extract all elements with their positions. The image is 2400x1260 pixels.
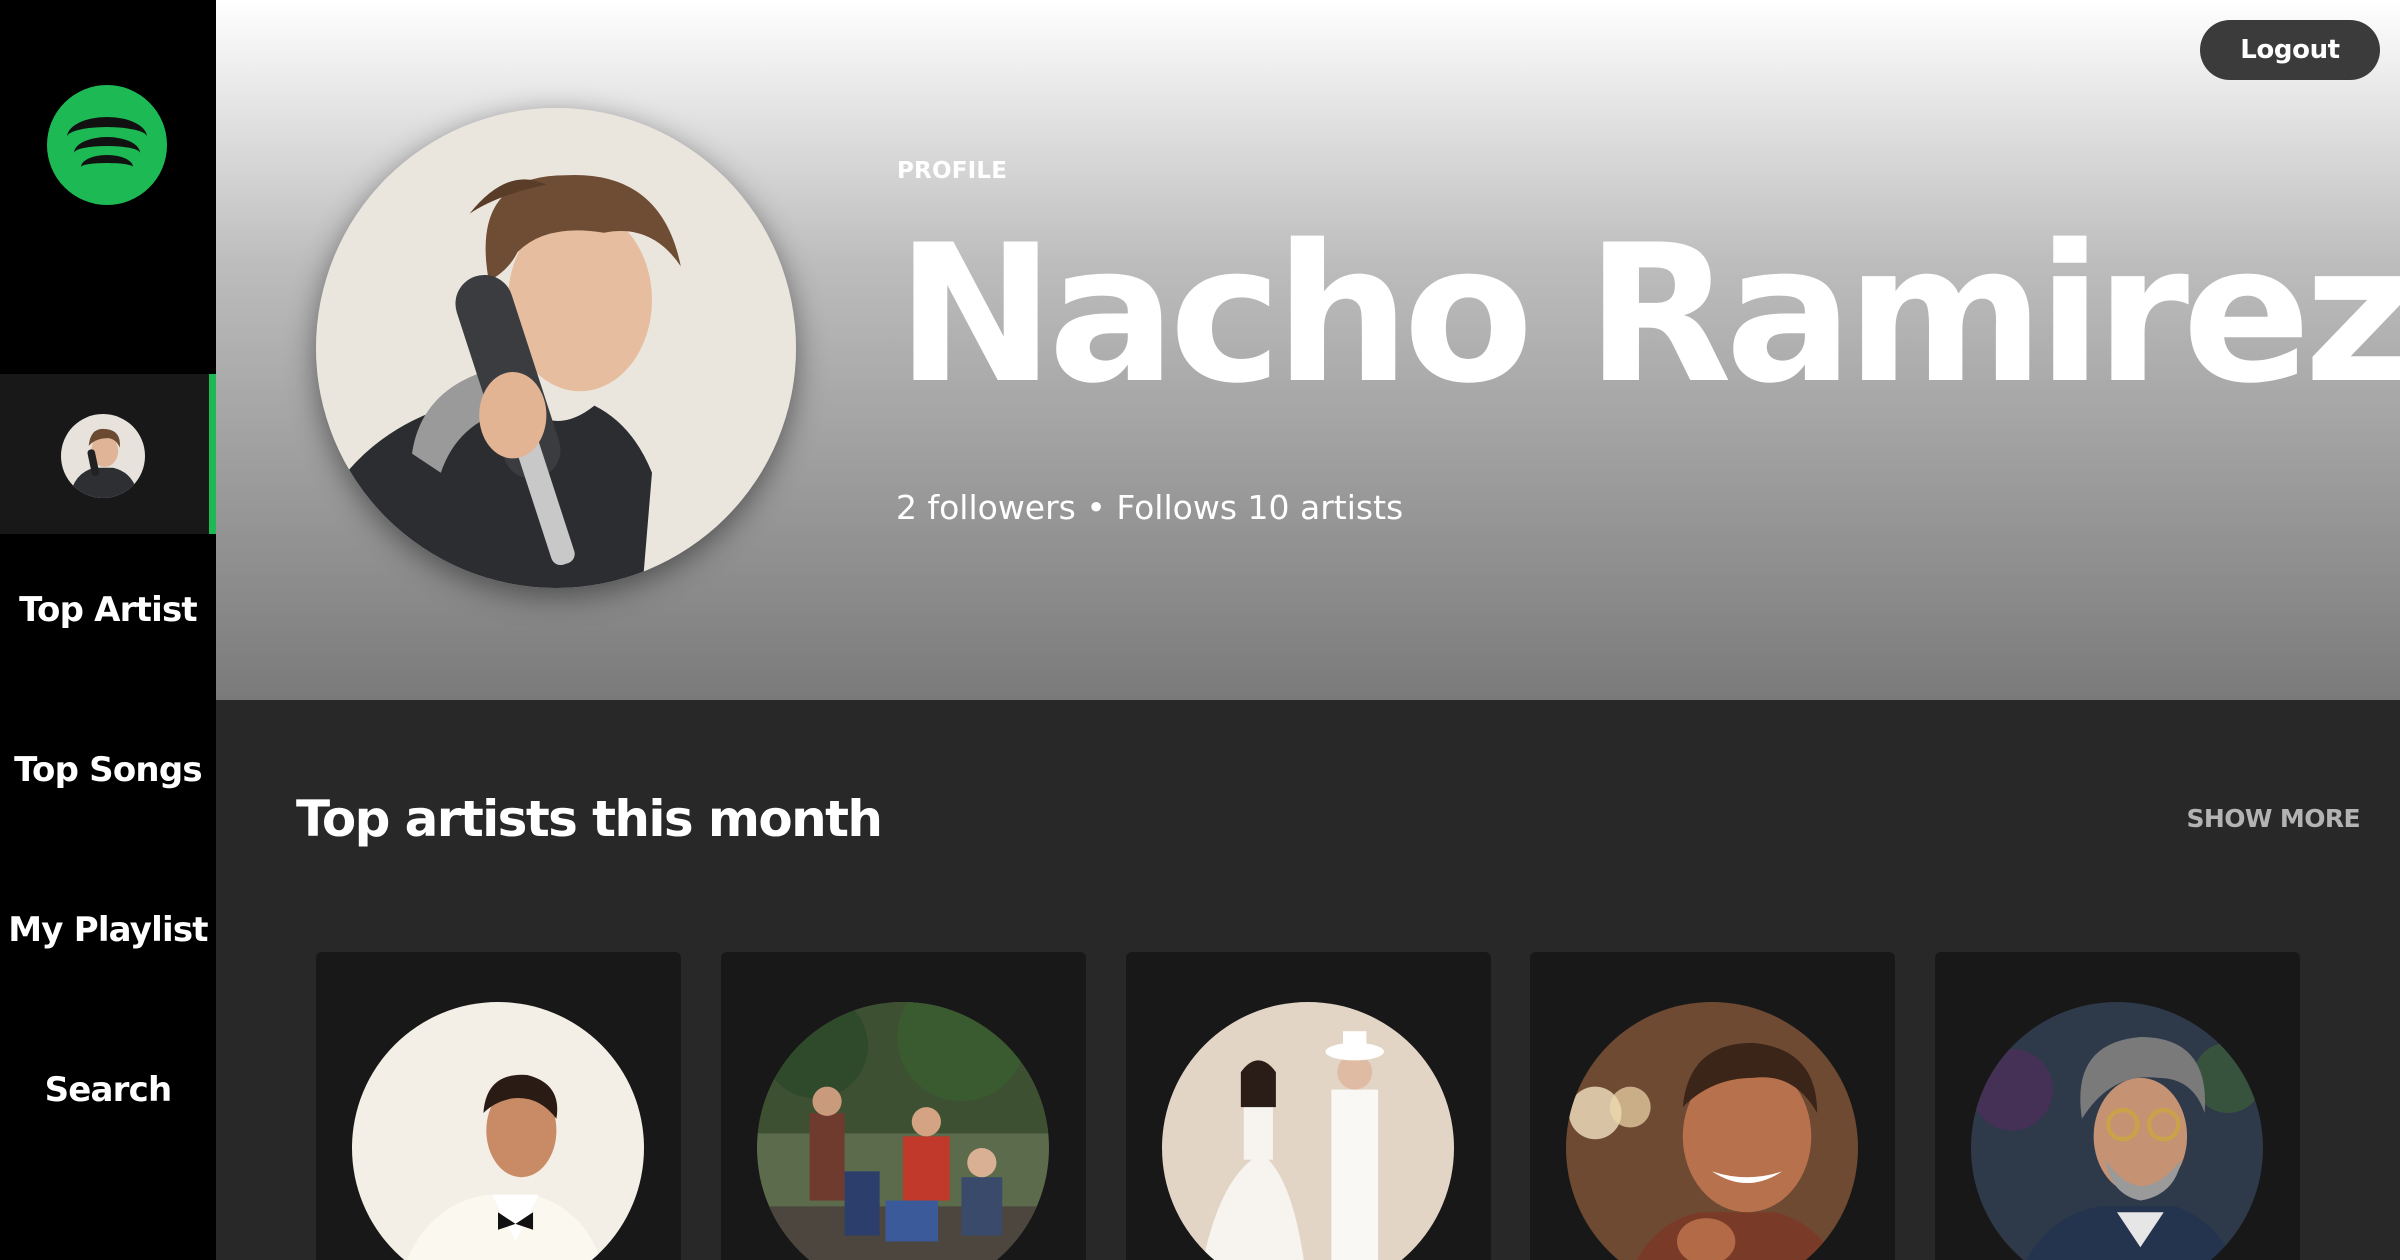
profile-name: Nacho Ramirez bbox=[896, 204, 2400, 425]
artist-photo bbox=[1162, 1002, 1454, 1260]
sidebar-item-top-songs[interactable]: Top Songs bbox=[0, 750, 216, 790]
sidebar-item-top-artist[interactable]: Top Artist bbox=[0, 590, 216, 630]
artist-photo bbox=[1971, 1002, 2263, 1260]
artist-card[interactable] bbox=[721, 952, 1086, 1260]
sidebar-item-my-playlist[interactable]: My Playlist bbox=[0, 910, 216, 950]
artist-card[interactable] bbox=[316, 952, 681, 1260]
artist-photo bbox=[352, 1002, 644, 1260]
sidebar-item-profile[interactable] bbox=[0, 374, 216, 534]
sidebar-item-search[interactable]: Search bbox=[0, 1070, 216, 1110]
logout-button[interactable]: Logout bbox=[2200, 20, 2380, 80]
artist-card[interactable] bbox=[1530, 952, 1895, 1260]
show-more-link[interactable]: SHOW MORE bbox=[2140, 804, 2360, 833]
artist-photo bbox=[1566, 1002, 1858, 1260]
profile-label: PROFILE bbox=[897, 158, 1008, 184]
profile-avatar bbox=[316, 108, 796, 588]
section-title: Top artists this month bbox=[296, 790, 883, 848]
avatar bbox=[61, 414, 145, 498]
spotify-logo-icon[interactable] bbox=[47, 85, 167, 205]
artist-card[interactable] bbox=[1935, 952, 2300, 1260]
app: Top Artist Top Songs My Playlist Search … bbox=[0, 0, 2400, 1260]
artist-photo bbox=[757, 1002, 1049, 1260]
sidebar: Top Artist Top Songs My Playlist Search bbox=[0, 0, 216, 1260]
artist-card[interactable] bbox=[1126, 952, 1491, 1260]
profile-stats: 2 followers • Follows 10 artists bbox=[896, 488, 1404, 527]
